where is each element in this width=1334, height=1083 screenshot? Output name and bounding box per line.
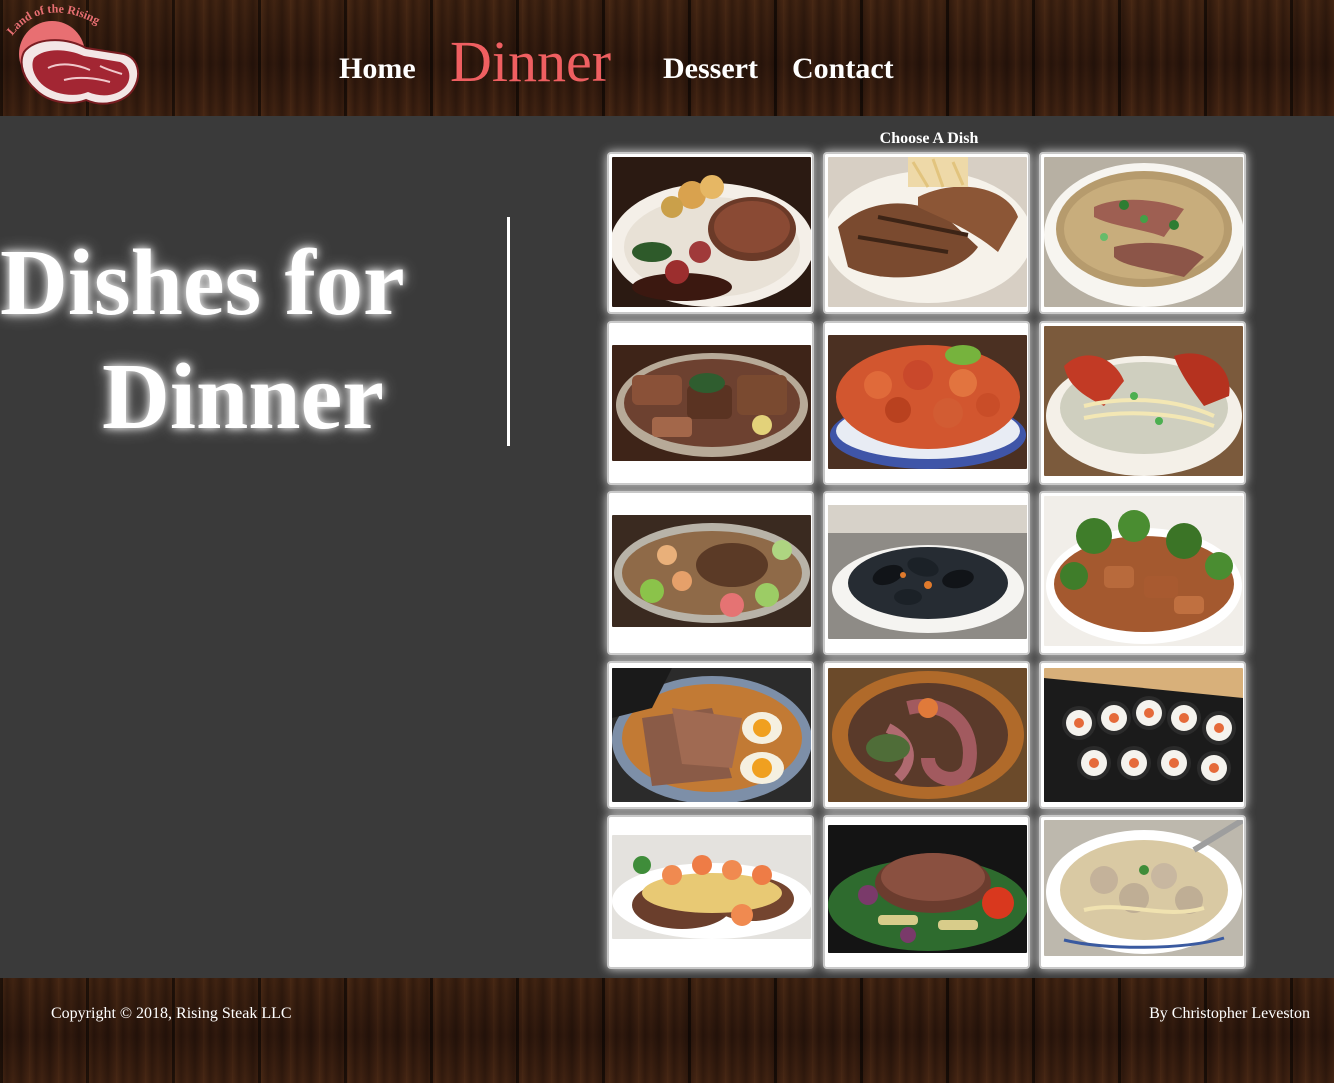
author-credit: By Christopher Leveston xyxy=(1149,1005,1310,1022)
dish-card[interactable] xyxy=(1039,152,1246,314)
ramen-with-pork-and-egg-icon xyxy=(612,668,811,802)
nav-home-link[interactable]: Home xyxy=(339,52,416,86)
copyright-text: Copyright © 2018, Rising Steak LLC xyxy=(51,1005,292,1022)
lobster-noodle-soup-icon xyxy=(1044,326,1243,476)
nav-dessert-link[interactable]: Dessert xyxy=(663,52,758,86)
mussels-plate-icon xyxy=(828,505,1027,639)
main-nav: Home Dinner Dessert Contact xyxy=(0,0,1334,116)
dish-card[interactable] xyxy=(607,661,814,809)
octopus-dish-icon xyxy=(828,668,1027,802)
dish-card[interactable] xyxy=(823,152,1030,314)
dish-card[interactable] xyxy=(823,321,1030,485)
page-title: Dishes for Dinner xyxy=(0,226,460,454)
page-title-line-1: Dishes for xyxy=(0,231,405,335)
seafood-steak-platter-icon xyxy=(612,515,811,627)
main-content: Dishes for Dinner Choose A Dish xyxy=(0,116,1334,978)
sushi-rolls-icon xyxy=(1044,668,1243,802)
site-header: Land of the Rising Steak Home Dinner Des… xyxy=(0,0,1334,116)
mixed-grill-platter-icon xyxy=(612,345,811,461)
broccoli-beef-stir-fry-icon xyxy=(1044,496,1243,646)
dish-card[interactable] xyxy=(1039,815,1246,969)
beef-pho-soup-icon xyxy=(1044,157,1243,307)
dish-grid-heading: Choose A Dish xyxy=(879,130,979,147)
dish-card[interactable] xyxy=(607,491,814,655)
meatball-noodle-soup-icon xyxy=(1044,820,1243,956)
steak-with-roast-potatoes-icon xyxy=(612,157,811,307)
dish-card[interactable] xyxy=(823,661,1030,809)
nav-dinner-link[interactable]: Dinner xyxy=(450,28,611,95)
vertical-divider xyxy=(507,217,510,446)
dish-card[interactable] xyxy=(607,321,814,485)
dish-card[interactable] xyxy=(1039,661,1246,809)
dish-card[interactable] xyxy=(1039,321,1246,485)
dish-card[interactable] xyxy=(607,152,814,314)
steak-salad-icon xyxy=(828,825,1027,953)
dish-card[interactable] xyxy=(1039,491,1246,655)
page-title-line-2: Dinner xyxy=(102,345,384,449)
crawfish-bowl-icon xyxy=(828,335,1027,469)
dish-card[interactable] xyxy=(823,815,1030,969)
steak-with-shrimp-icon xyxy=(612,835,811,939)
dish-card[interactable] xyxy=(823,491,1030,655)
nav-contact-link[interactable]: Contact xyxy=(792,52,894,86)
dish-card[interactable] xyxy=(607,815,814,969)
grilled-pork-chops-with-fries-icon xyxy=(828,157,1027,307)
site-footer: Copyright © 2018, Rising Steak LLC By Ch… xyxy=(0,978,1334,1083)
